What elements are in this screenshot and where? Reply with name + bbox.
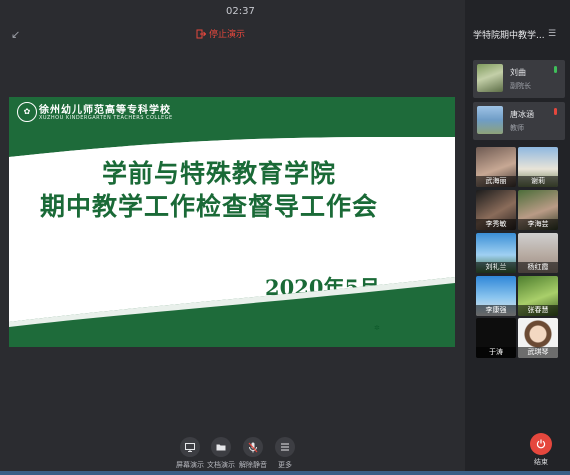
presentation-slide: ✿ 徐州幼儿师范高等专科学校 XUZHOU KINDERGARTEN TEACH… xyxy=(9,97,455,347)
participant-tile[interactable]: 刘礼兰 xyxy=(476,233,516,273)
slide-title-line2: 期中教学工作检查督导工作会 xyxy=(39,192,378,221)
participant-name: 李康强 xyxy=(476,305,516,316)
speaker-role: 副院长 xyxy=(510,82,531,90)
exit-icon xyxy=(196,29,206,38)
more-button[interactable]: 更多 xyxy=(270,437,300,470)
speaker-name: 刘曲 xyxy=(510,68,526,77)
speaker-card[interactable]: 刘曲 副院长 xyxy=(473,60,565,98)
avatar xyxy=(477,64,503,92)
college-logo: ✿ xyxy=(17,102,37,122)
participant-name: 刘礼兰 xyxy=(476,262,516,273)
participant-tile[interactable]: 谢莉 xyxy=(518,147,558,187)
stop-presentation-button[interactable]: 停止演示 xyxy=(196,27,245,40)
stop-label: 停止演示 xyxy=(209,30,246,40)
timer: 02:37 xyxy=(226,6,255,17)
monitor-icon xyxy=(180,437,200,457)
slide-mark: ✲ xyxy=(374,324,380,332)
slide-wave-bottom xyxy=(9,277,455,347)
more-label: 更多 xyxy=(278,461,292,469)
speaker-role: 教师 xyxy=(510,124,524,132)
college-name-cn: 徐州幼儿师范高等专科学校 xyxy=(39,105,171,116)
participant-name: 谢莉 xyxy=(518,176,558,187)
mic-muted-icon xyxy=(554,108,557,115)
shrink-icon[interactable]: ↙ xyxy=(11,28,20,41)
participant-tile[interactable]: 李康强 xyxy=(476,276,516,316)
mic-icon xyxy=(554,66,557,73)
participant-tile[interactable]: 武海丽 xyxy=(476,147,516,187)
unmute-label: 解除静音 xyxy=(239,461,267,469)
end-meeting-button[interactable]: 结束 xyxy=(530,433,552,467)
college-name-en: XUZHOU KINDERGARTEN TEACHERS COLLEGE xyxy=(39,115,173,121)
participant-name: 李秀敏 xyxy=(476,219,516,230)
participant-name: 李海芸 xyxy=(518,219,558,230)
avatar xyxy=(477,106,503,134)
doc-share-button[interactable]: 文档演示 xyxy=(206,437,236,470)
folder-icon xyxy=(211,437,231,457)
participant-tile[interactable]: 李海芸 xyxy=(518,190,558,230)
speaker-card[interactable]: 唐冰涵 教师 xyxy=(473,102,565,140)
participant-tile[interactable]: 李秀敏 xyxy=(476,190,516,230)
slide-title-line1: 学前与特殊教育学院 xyxy=(101,159,336,188)
doc-share-label: 文档演示 xyxy=(207,461,235,469)
participant-tile[interactable]: 张春慧 xyxy=(518,276,558,316)
member-list-icon[interactable]: ☰ xyxy=(548,29,556,39)
meeting-title: 学特院期中教学... xyxy=(473,31,545,41)
power-icon xyxy=(530,433,552,455)
screen-share-label: 屏幕演示 xyxy=(176,461,204,469)
screen-share-button[interactable]: 屏幕演示 xyxy=(175,437,205,470)
participant-name: 武海丽 xyxy=(476,176,516,187)
unmute-button[interactable]: 解除静音 xyxy=(238,437,268,470)
mic-off-icon xyxy=(243,437,263,457)
participant-tile[interactable]: 武琪琴 xyxy=(518,318,558,358)
end-label: 结束 xyxy=(534,458,548,466)
speaker-name: 唐冰涵 xyxy=(510,110,534,119)
taskbar-strip xyxy=(0,471,570,475)
menu-icon xyxy=(275,437,295,457)
participant-tile[interactable]: 于涛 xyxy=(476,318,516,358)
participant-name: 武琪琴 xyxy=(518,347,558,358)
participant-name: 于涛 xyxy=(476,347,516,358)
participant-tile[interactable]: 杨红霞 xyxy=(518,233,558,273)
participant-name: 张春慧 xyxy=(518,305,558,316)
participant-name: 杨红霞 xyxy=(518,262,558,273)
